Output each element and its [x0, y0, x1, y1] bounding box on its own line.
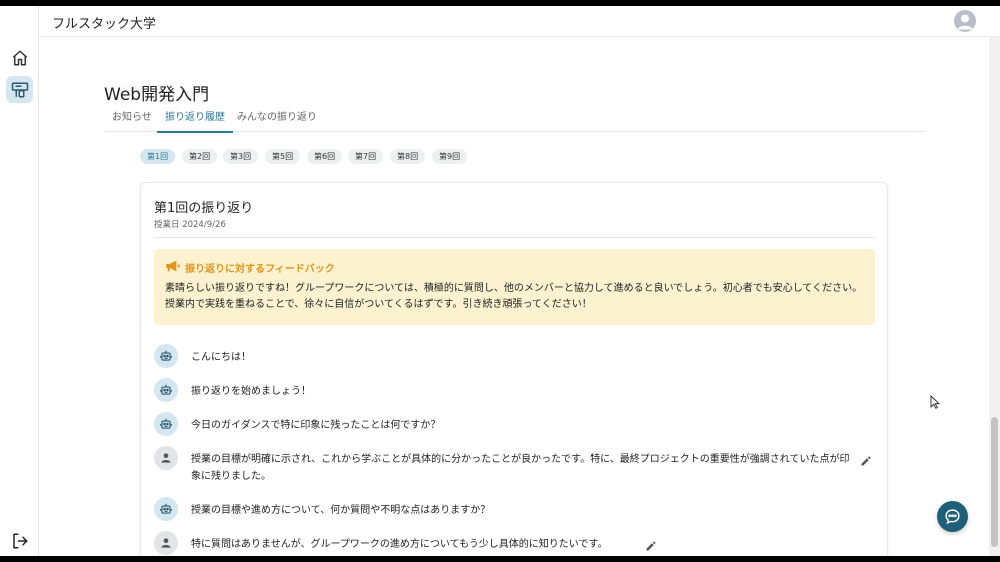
course-tabs: お知らせ 振り返り履歴 みんなの振り返り	[104, 102, 925, 133]
message-text: 振り返りを始めましょう！	[191, 386, 311, 397]
message-text: 授業の目標が明確に示され、これから学ぶことが具体的に分かったことが良かったです。…	[191, 454, 850, 482]
reflection-title: 第1回の振り返り	[154, 201, 254, 216]
message-text: 今日のガイダンスで特に印象に残ったことは何ですか？	[191, 420, 441, 431]
bot-avatar	[154, 378, 178, 402]
robot-icon	[160, 418, 172, 429]
logout-icon	[12, 533, 27, 548]
session-chip-9[interactable]: 第9回	[432, 149, 468, 164]
bot-avatar	[154, 497, 178, 521]
message-text: 授業の目標や進め方について、何か質問や不明な点はありますか？	[191, 505, 491, 516]
session-chip-6[interactable]: 第6回	[307, 149, 343, 164]
sidebar-logout-button[interactable]	[6, 527, 33, 554]
app-window: フルスタック大学 Web開発入門 お知らせ 振り返り履歴 みんなの振り返り 第1…	[0, 6, 1000, 556]
page-scrollbar[interactable]	[989, 37, 1000, 556]
edit-answer-button[interactable]	[860, 452, 872, 466]
session-chip-2[interactable]: 第2回	[182, 149, 218, 164]
robot-icon	[160, 350, 172, 361]
top-header: フルスタック大学	[39, 6, 1000, 37]
divider	[154, 237, 874, 238]
edit-answer-button[interactable]	[645, 537, 657, 551]
app-title: フルスタック大学	[52, 17, 157, 32]
class-date: 授業日 2024/9/26	[154, 220, 226, 230]
tab-announcements[interactable]: お知らせ	[104, 108, 160, 131]
session-chip-8[interactable]: 第8回	[390, 149, 426, 164]
reflection-card: 第1回の振り返り 授業日 2024/9/26 振り返りに対するフィードバック 素…	[140, 182, 888, 556]
scrollbar-thumb[interactable]	[991, 417, 998, 547]
chat-fab-button[interactable]	[937, 501, 968, 532]
feedback-title: 振り返りに対するフィードバック	[185, 264, 335, 275]
avatar-icon	[957, 14, 973, 30]
person-icon	[161, 538, 171, 548]
user-avatar-button[interactable]	[954, 10, 976, 32]
sidebar-reflection-button[interactable]	[6, 76, 33, 103]
bot-avatar	[154, 344, 178, 368]
megaphone-icon	[166, 260, 180, 272]
pencil-icon	[861, 456, 871, 466]
pencil-icon	[646, 541, 656, 551]
message-text: こんにちは！	[191, 352, 251, 363]
session-chip-7[interactable]: 第7回	[348, 149, 384, 164]
user-avatar	[154, 446, 178, 470]
reflection-icon	[11, 82, 28, 97]
sidebar-home-button[interactable]	[6, 44, 33, 71]
robot-icon	[160, 503, 172, 514]
person-icon	[161, 453, 171, 463]
session-chip-5[interactable]: 第5回	[265, 149, 301, 164]
feedback-box: 振り返りに対するフィードバック 素晴らしい振り返りですね！グループワークについて…	[154, 249, 875, 325]
user-avatar	[154, 531, 178, 555]
home-icon	[12, 50, 27, 65]
sidebar	[0, 6, 39, 556]
tab-everyones-reflections[interactable]: みんなの振り返り	[229, 108, 325, 131]
tab-reflection-history[interactable]: 振り返り履歴	[157, 108, 233, 133]
session-chip-3[interactable]: 第3回	[223, 149, 259, 164]
session-chip-1[interactable]: 第1回	[140, 149, 176, 164]
bot-avatar	[154, 412, 178, 436]
robot-icon	[160, 384, 172, 395]
feedback-body: 素晴らしい振り返りですね！グループワークについては、積極的に質問し、他のメンバー…	[165, 283, 863, 310]
message-text: 特に質問はありませんが、グループワークの進め方についてもう少し具体的に知りたいで…	[191, 539, 608, 550]
mouse-cursor-icon	[930, 395, 940, 409]
chat-icon	[945, 509, 960, 525]
